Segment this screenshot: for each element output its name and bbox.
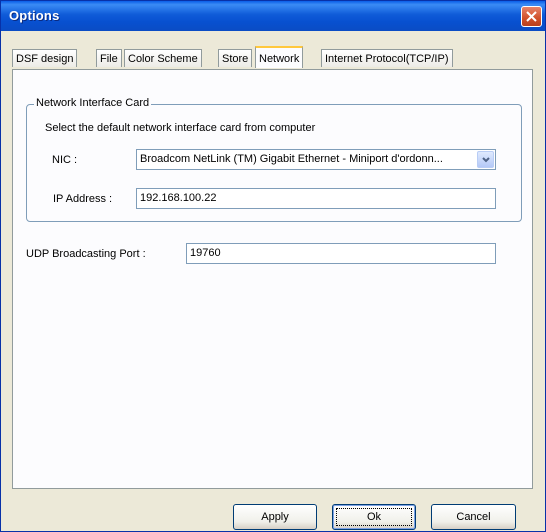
- ip-address-field[interactable]: 192.168.100.22: [136, 188, 496, 209]
- tab-network[interactable]: Network: [255, 46, 304, 68]
- tab-store[interactable]: Store: [218, 49, 253, 67]
- window-title: Options: [9, 8, 60, 23]
- nic-select-value: Broadcom NetLink (TM) Gigabit Ethernet -…: [140, 153, 443, 165]
- close-button[interactable]: [521, 6, 542, 27]
- chevron-down-icon: [482, 157, 490, 163]
- network-interface-card-label: Network Interface Card: [34, 97, 152, 109]
- apply-button[interactable]: Apply: [233, 504, 317, 530]
- nic-dropdown-button[interactable]: [477, 151, 494, 168]
- nic-select[interactable]: Broadcom NetLink (TM) Gigabit Ethernet -…: [136, 149, 496, 170]
- tab-file[interactable]: File: [96, 49, 122, 67]
- tab-internet-protocol[interactable]: Internet Protocol(TCP/IP): [321, 49, 453, 67]
- ok-button-label: Ok: [366, 511, 382, 523]
- udp-port-field[interactable]: 19760: [186, 243, 496, 264]
- udp-port-label: UDP Broadcasting Port :: [26, 248, 146, 260]
- tab-dsf-design[interactable]: DSF design: [12, 49, 78, 67]
- close-icon: [526, 11, 537, 22]
- cancel-button[interactable]: Cancel: [431, 504, 516, 530]
- tab-color-scheme[interactable]: Color Scheme: [124, 49, 202, 67]
- nic-hint-text: Select the default network interface car…: [45, 122, 316, 134]
- title-bar[interactable]: Options: [1, 1, 545, 31]
- cancel-button-label: Cancel: [456, 511, 491, 523]
- ok-button[interactable]: Ok: [332, 504, 416, 530]
- ip-address-label: IP Address :: [53, 193, 113, 205]
- nic-label: NIC :: [52, 154, 78, 166]
- options-dialog: Options DSF design File Color Scheme Sto…: [0, 0, 546, 532]
- apply-button-label: Apply: [261, 511, 289, 523]
